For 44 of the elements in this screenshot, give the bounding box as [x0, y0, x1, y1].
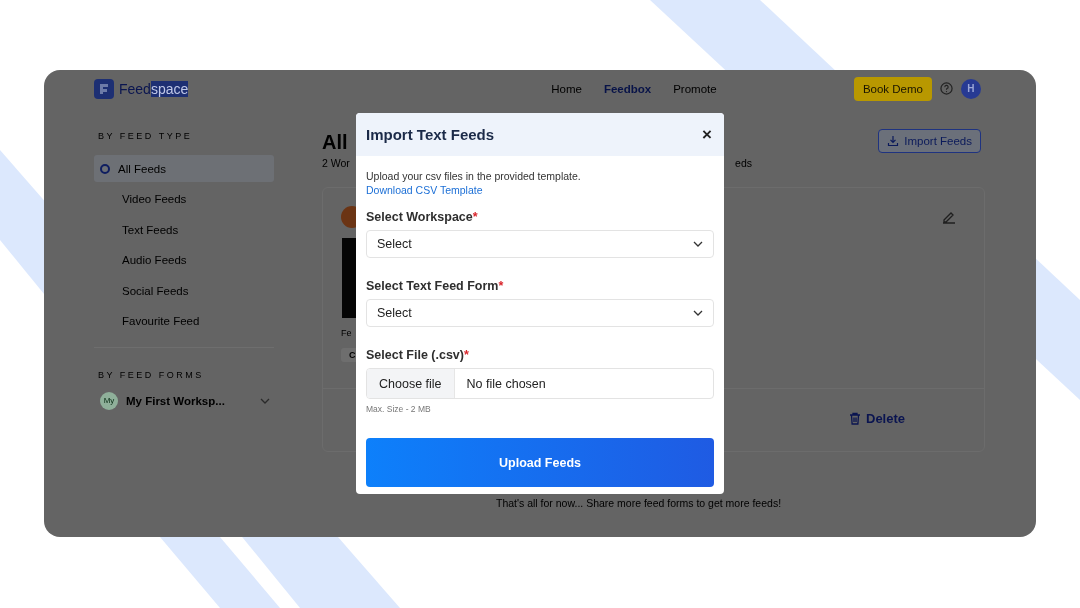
dialog-description: Upload your csv files in the provided template. [366, 170, 581, 182]
download-icon [887, 135, 900, 147]
field-label: Select Text Feed Form* [366, 279, 504, 293]
file-size-hint: Max. Size - 2 MB [366, 404, 431, 414]
sidebar-item[interactable]: Video Feeds [94, 185, 274, 213]
section-heading: BY FEED TYPE [97, 131, 194, 141]
field-label: Select Workspace* [366, 210, 478, 224]
user-avatar[interactable]: H [961, 78, 981, 99]
edit-icon[interactable] [942, 210, 956, 224]
select-field[interactable]: Select [366, 299, 714, 327]
nav-link[interactable]: Promote [673, 82, 717, 95]
sidebar-item[interactable]: All Feeds [94, 155, 274, 182]
select-field[interactable]: Select [366, 230, 714, 258]
import-feeds-button[interactable]: Import Feeds [878, 129, 981, 153]
chevron-icon [693, 310, 703, 316]
file-field[interactable]: Choose file No file chosen [366, 368, 714, 399]
workspace-badge: My [100, 391, 118, 410]
sidebar-item[interactable]: Favourite Feed [94, 307, 274, 335]
form-label: Fe [341, 328, 352, 338]
dialog-title: Import Text Feeds [366, 126, 495, 143]
trash-icon [849, 411, 861, 425]
file-name-text: No file chosen [465, 376, 546, 391]
delete-button[interactable]: Delete [843, 409, 912, 427]
page-subtitle: eds [735, 157, 752, 169]
upload-feeds-button[interactable]: Upload Feeds [366, 438, 714, 487]
brand-name: Feedspace [119, 80, 189, 97]
book-demo-button[interactable]: Book Demo [853, 76, 932, 101]
sidebar-item[interactable]: Social Feeds [94, 277, 274, 304]
field-label: Select File (.csv)* [366, 348, 469, 362]
close-button[interactable]: × [700, 124, 714, 145]
section-heading: BY FEED FORMS [97, 369, 205, 380]
download-template-link[interactable]: Download CSV Template [366, 184, 483, 196]
nav-link[interactable]: Feedbox [603, 82, 652, 95]
help-icon[interactable] [940, 82, 953, 95]
sidebar-item[interactable]: Text Feeds [94, 216, 274, 243]
page-subtitle: 2 Wor [322, 157, 350, 169]
sidebar-item[interactable]: Audio Feeds [94, 246, 274, 274]
choose-file-button[interactable]: Choose file [367, 369, 455, 398]
footer-note: That's all for now... Share more feed forms to get more feeds! [496, 497, 783, 509]
workspace-item[interactable]: My My First Worksp... [94, 391, 274, 410]
page-title: All [322, 131, 348, 154]
chevron-icon [693, 241, 703, 247]
logo-icon [94, 78, 114, 99]
nav-link[interactable]: Home [551, 82, 582, 95]
